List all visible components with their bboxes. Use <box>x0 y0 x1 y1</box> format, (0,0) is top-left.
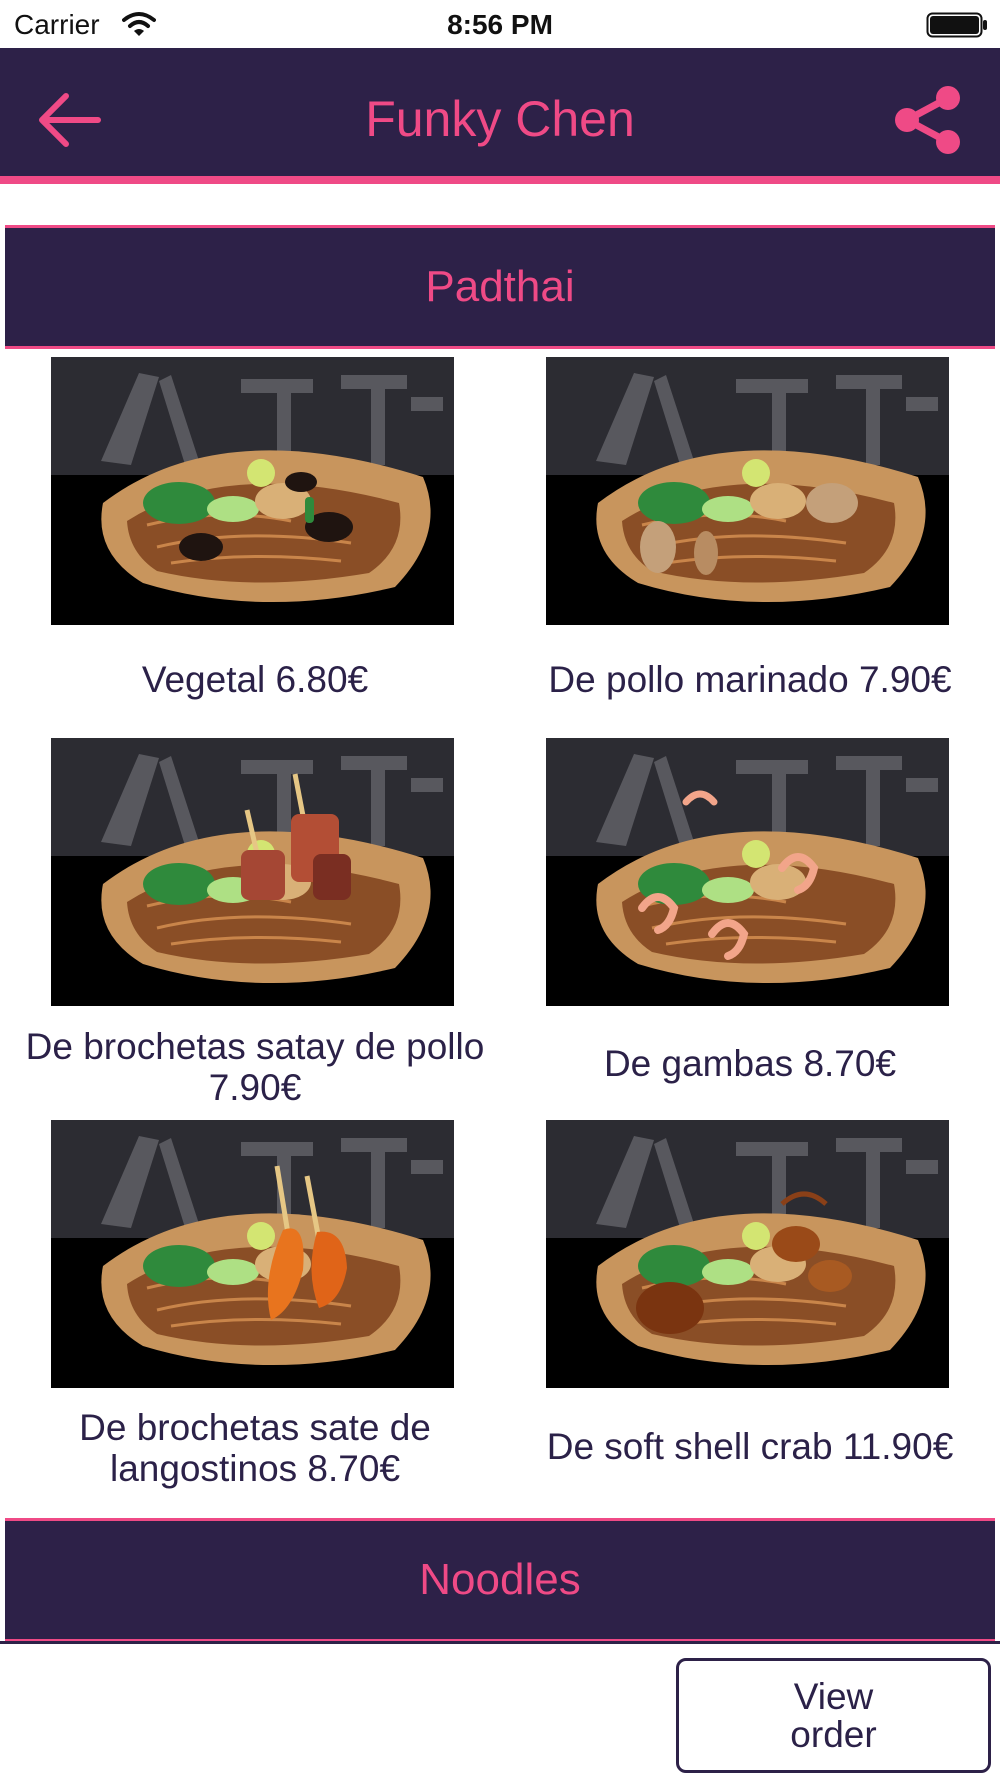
status-time: 8:56 PM <box>447 9 553 40</box>
page-title: Funky Chen <box>365 91 635 147</box>
menu-item-label: De brochetas satay de pollo 7.90€ <box>25 1026 485 1108</box>
battery-icon <box>926 12 987 38</box>
dish-photo <box>51 738 454 1006</box>
dish-photo <box>546 738 949 1006</box>
view-order-button[interactable]: View order <box>676 1658 991 1773</box>
dish-photo <box>51 357 454 625</box>
dish-photo <box>546 1120 949 1388</box>
dish-photo <box>546 357 949 625</box>
status-bar: Carrier 8:56 PM <box>0 0 1000 48</box>
menu-item-label: De soft shell crab 11.90€ <box>546 1426 954 1467</box>
dish-photo <box>51 1120 454 1388</box>
menu-item-label: De gambas 8.70€ <box>603 1043 897 1084</box>
section-title: Noodles <box>419 1555 581 1604</box>
menu-item-label: De brochetas sate de langostinos 8.70€ <box>79 1407 431 1489</box>
nav-bar: Funky Chen <box>0 48 1000 184</box>
bottom-bar: View order <box>0 1641 1000 1778</box>
menu-item-label: Vegetal 6.80€ <box>141 659 369 700</box>
view-order-label: View order <box>790 1675 877 1755</box>
share-icon[interactable] <box>892 84 964 156</box>
menu-item-label: De pollo marinado 7.90€ <box>548 659 952 700</box>
section-header-noodles: Noodles <box>5 1518 995 1642</box>
section-title: Padthai <box>425 262 575 311</box>
section-header-padthai: Padthai <box>5 225 995 349</box>
